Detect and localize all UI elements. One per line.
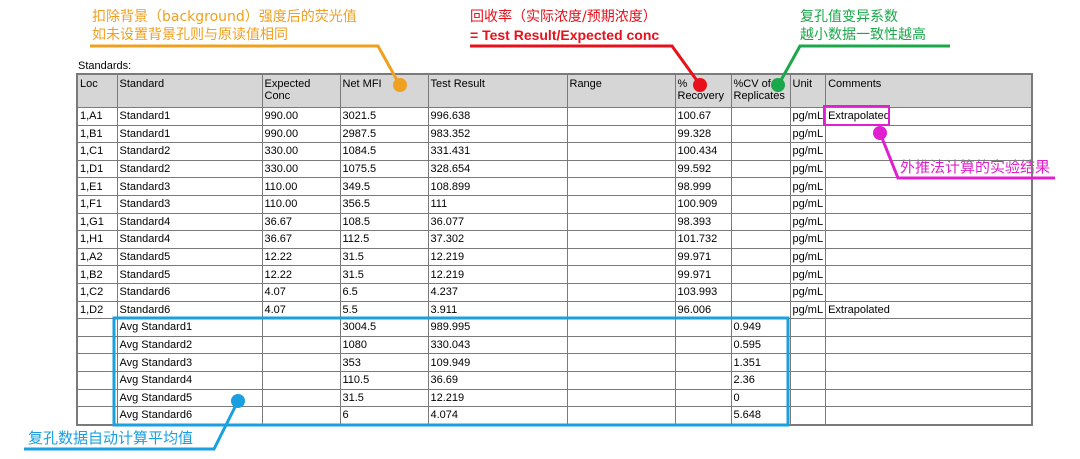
green-connector — [778, 44, 950, 83]
annotation-overlay — [24, 44, 1055, 451]
green-marker — [771, 78, 785, 92]
orange-connector — [90, 44, 400, 83]
red-marker — [693, 78, 707, 92]
red-connector — [470, 44, 700, 83]
magenta-connector — [878, 132, 1055, 180]
orange-marker — [393, 78, 407, 92]
avg-highlight-box — [112, 316, 790, 427]
extrapolated-highlight-box — [823, 105, 890, 126]
